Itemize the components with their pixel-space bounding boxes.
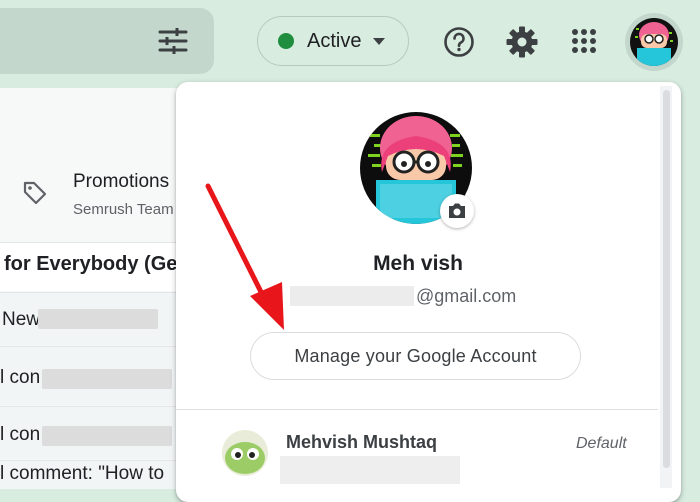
redacted-block <box>38 309 158 329</box>
email-subject: for Everybody (Ge <box>4 253 178 275</box>
search-options-icon[interactable] <box>158 28 188 54</box>
list-item[interactable]: New <box>0 292 180 345</box>
list-item[interactable]: l con <box>0 406 180 459</box>
search-bar[interactable] <box>0 8 214 74</box>
account-avatar-button[interactable] <box>625 13 683 71</box>
account-avatar <box>222 430 268 481</box>
email-snippet: New <box>2 309 41 330</box>
label-tag-icon <box>22 180 48 211</box>
gear-icon[interactable] <box>505 25 539 64</box>
redacted-block <box>290 286 414 306</box>
help-icon[interactable] <box>443 26 475 63</box>
chevron-down-icon <box>373 37 386 45</box>
email-snippet: l comment: "How to <box>0 463 165 484</box>
status-selector[interactable]: Active <box>257 16 409 66</box>
redacted-block <box>42 369 172 389</box>
status-dot <box>278 33 294 49</box>
email-snippet: l con <box>0 424 41 445</box>
list-item[interactable]: for Everybody (Ge <box>0 242 180 291</box>
list-item[interactable]: l con <box>0 346 180 405</box>
profile-email: @gmail.com <box>290 285 516 307</box>
camera-icon[interactable] <box>440 194 474 228</box>
email-snippet: l con <box>0 367 41 388</box>
redacted-block <box>280 456 460 484</box>
annotation-arrow-icon <box>200 180 300 345</box>
redacted-block <box>42 426 172 446</box>
default-badge: Default <box>576 435 627 452</box>
avatar <box>630 18 678 66</box>
promotions-title[interactable]: Promotions <box>73 171 169 193</box>
list-item[interactable]: l comment: "How to <box>0 460 180 489</box>
status-label: Active <box>307 29 362 52</box>
apps-grid-icon[interactable] <box>571 28 597 59</box>
account-name[interactable]: Mehvish Mushtaq <box>286 432 437 453</box>
scrollbar-thumb[interactable] <box>663 90 670 468</box>
email-suffix: @gmail.com <box>416 285 517 306</box>
promotions-sender: Semrush Team <box>73 201 174 218</box>
divider <box>176 409 658 410</box>
